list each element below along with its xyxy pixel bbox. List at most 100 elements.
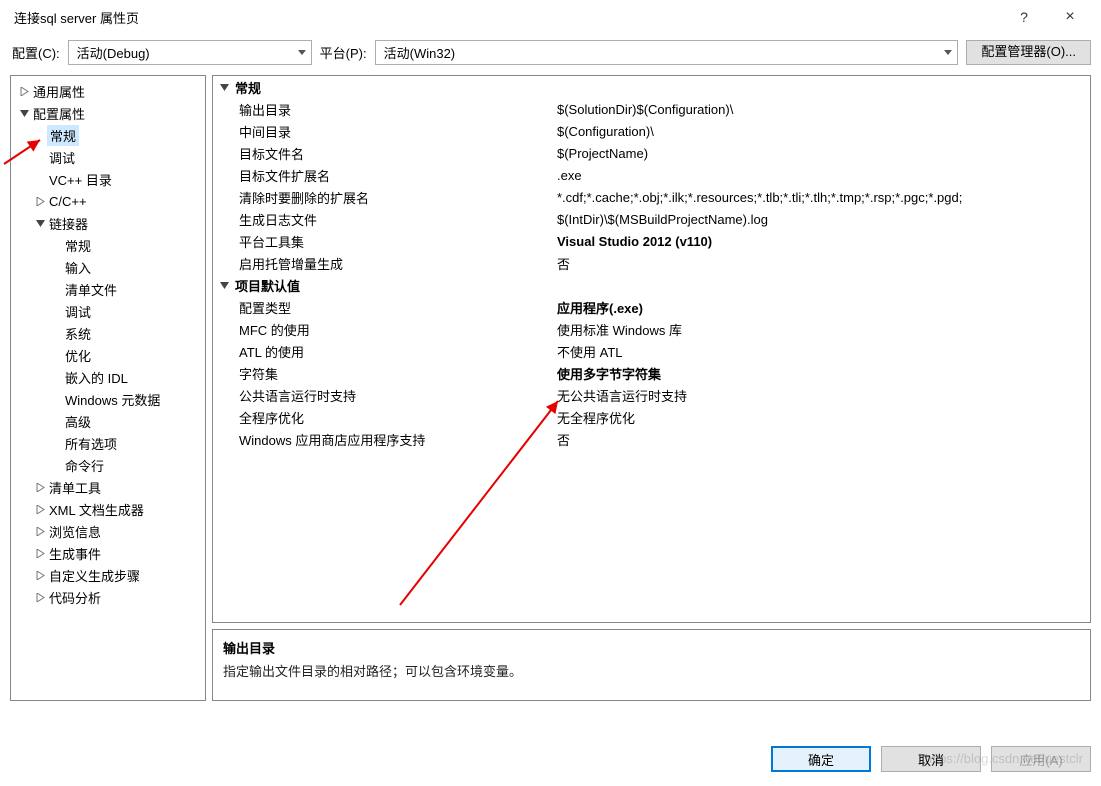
prop-row-store-app[interactable]: Windows 应用商店应用程序支持否 <box>213 428 1090 450</box>
prop-value[interactable]: 使用多字节字符集 <box>553 364 1090 383</box>
prop-value[interactable]: 无全程序优化 <box>553 408 1090 427</box>
tree-label: 自定义生成步骤 <box>47 566 140 585</box>
tree-item-general-sub[interactable]: 常规 <box>11 124 205 146</box>
tree-item-vcdirs[interactable]: VC++ 目录 <box>11 168 205 190</box>
expand-icon[interactable] <box>33 571 47 580</box>
prop-row-whole-opt[interactable]: 全程序优化无全程序优化 <box>213 406 1090 428</box>
prop-name: 公共语言运行时支持 <box>213 386 553 405</box>
prop-row-atl[interactable]: ATL 的使用不使用 ATL <box>213 340 1090 362</box>
tree-item-linker[interactable]: 链接器 <box>11 212 205 234</box>
prop-name: 目标文件扩展名 <box>213 166 553 185</box>
expand-icon[interactable] <box>17 87 31 96</box>
tree-item-linker-all[interactable]: 所有选项 <box>11 432 205 454</box>
group-project-defaults[interactable]: 项目默认值 <box>213 274 1090 296</box>
prop-value[interactable]: 无公共语言运行时支持 <box>553 386 1090 405</box>
category-tree[interactable]: 通用属性 配置属性 常规 调试 VC++ 目录 C/C++ 链接器 常规 输入 … <box>10 75 206 701</box>
prop-value[interactable]: .exe <box>553 168 1090 183</box>
prop-row-buildlog[interactable]: 生成日志文件$(IntDir)\$(MSBuildProjectName).lo… <box>213 208 1090 230</box>
platform-combobox[interactable]: 活动(Win32) <box>375 40 959 65</box>
group-label: 项目默认值 <box>235 276 300 295</box>
prop-row-target-ext[interactable]: 目标文件扩展名.exe <box>213 164 1090 186</box>
help-button[interactable]: ? <box>1001 2 1047 32</box>
tree-label: 系统 <box>63 324 91 343</box>
tree-label: C/C++ <box>47 194 87 209</box>
prop-value[interactable]: 使用标准 Windows 库 <box>553 320 1090 339</box>
tree-label: 优化 <box>63 346 91 365</box>
prop-value[interactable]: $(SolutionDir)$(Configuration)\ <box>553 102 1090 117</box>
tree-item-manifest-tool[interactable]: 清单工具 <box>11 476 205 498</box>
tree-item-linker-general[interactable]: 常规 <box>11 234 205 256</box>
title-bar: 连接sql server 属性页 ? × <box>0 0 1101 34</box>
prop-name: 生成日志文件 <box>213 210 553 229</box>
prop-value[interactable]: $(Configuration)\ <box>553 124 1090 139</box>
prop-row-clean-ext[interactable]: 清除时要删除的扩展名*.cdf;*.cache;*.obj;*.ilk;*.re… <box>213 186 1090 208</box>
platform-label: 平台(P): <box>320 43 367 62</box>
tree-item-linker-optimize[interactable]: 优化 <box>11 344 205 366</box>
tree-item-build-events[interactable]: 生成事件 <box>11 542 205 564</box>
window-controls: ? × <box>1001 2 1093 32</box>
prop-row-clr[interactable]: 公共语言运行时支持无公共语言运行时支持 <box>213 384 1090 406</box>
tree-item-browse-info[interactable]: 浏览信息 <box>11 520 205 542</box>
tree-item-config-properties[interactable]: 配置属性 <box>11 102 205 124</box>
tree-item-linker-idl[interactable]: 嵌入的 IDL <box>11 366 205 388</box>
cancel-button[interactable]: 取消 <box>881 746 981 772</box>
tree-item-ccpp[interactable]: C/C++ <box>11 190 205 212</box>
close-button[interactable]: × <box>1047 2 1093 32</box>
property-grid[interactable]: 常规 输出目录$(SolutionDir)$(Configuration)\ 中… <box>212 75 1091 623</box>
prop-name: 启用托管增量生成 <box>213 254 553 273</box>
collapse-icon[interactable] <box>213 281 235 290</box>
prop-row-charset[interactable]: 字符集使用多字节字符集 <box>213 362 1090 384</box>
prop-row-output-dir[interactable]: 输出目录$(SolutionDir)$(Configuration)\ <box>213 98 1090 120</box>
tree-label: 通用属性 <box>31 82 85 101</box>
tree-item-general[interactable]: 通用属性 <box>11 80 205 102</box>
ok-button[interactable]: 确定 <box>771 746 871 772</box>
prop-value[interactable]: $(IntDir)\$(MSBuildProjectName).log <box>553 212 1090 227</box>
tree-item-linker-advanced[interactable]: 高级 <box>11 410 205 432</box>
config-combobox[interactable]: 活动(Debug) <box>68 40 312 65</box>
tree-label: 生成事件 <box>47 544 101 563</box>
expand-icon[interactable] <box>33 483 47 492</box>
config-manager-button[interactable]: 配置管理器(O)... <box>966 40 1091 65</box>
expand-icon[interactable] <box>33 505 47 514</box>
prop-row-mfc[interactable]: MFC 的使用使用标准 Windows 库 <box>213 318 1090 340</box>
prop-value[interactable]: $(ProjectName) <box>553 146 1090 161</box>
prop-name: ATL 的使用 <box>213 342 553 361</box>
prop-row-toolset[interactable]: 平台工具集Visual Studio 2012 (v110) <box>213 230 1090 252</box>
main-area: 通用属性 配置属性 常规 调试 VC++ 目录 C/C++ 链接器 常规 输入 … <box>0 75 1101 701</box>
tree-item-linker-cmdline[interactable]: 命令行 <box>11 454 205 476</box>
prop-value[interactable]: 否 <box>553 430 1090 449</box>
tree-item-custom-build[interactable]: 自定义生成步骤 <box>11 564 205 586</box>
tree-item-linker-debug[interactable]: 调试 <box>11 300 205 322</box>
collapse-icon[interactable] <box>17 109 31 118</box>
prop-value[interactable]: 应用程序(.exe) <box>553 298 1090 317</box>
tree-item-linker-winmd[interactable]: Windows 元数据 <box>11 388 205 410</box>
prop-row-managed-incremental[interactable]: 启用托管增量生成否 <box>213 252 1090 274</box>
expand-icon[interactable] <box>33 197 47 206</box>
expand-icon[interactable] <box>33 527 47 536</box>
tree-label: 高级 <box>63 412 91 431</box>
tree-label: 代码分析 <box>47 588 101 607</box>
prop-value[interactable]: Visual Studio 2012 (v110) <box>553 234 1090 249</box>
prop-row-config-type[interactable]: 配置类型应用程序(.exe) <box>213 296 1090 318</box>
tree-label: 链接器 <box>47 214 88 233</box>
prop-value[interactable]: *.cdf;*.cache;*.obj;*.ilk;*.resources;*.… <box>553 190 1090 205</box>
prop-row-target-name[interactable]: 目标文件名$(ProjectName) <box>213 142 1090 164</box>
tree-item-debug[interactable]: 调试 <box>11 146 205 168</box>
tree-label: 常规 <box>63 236 91 255</box>
collapse-icon[interactable] <box>33 219 47 228</box>
expand-icon[interactable] <box>33 549 47 558</box>
prop-value[interactable]: 不使用 ATL <box>553 342 1090 361</box>
tree-item-code-analysis[interactable]: 代码分析 <box>11 586 205 608</box>
expand-icon[interactable] <box>33 593 47 602</box>
tree-item-linker-manifest[interactable]: 清单文件 <box>11 278 205 300</box>
prop-name: 全程序优化 <box>213 408 553 427</box>
tree-item-linker-system[interactable]: 系统 <box>11 322 205 344</box>
prop-row-int-dir[interactable]: 中间目录$(Configuration)\ <box>213 120 1090 142</box>
tree-label: XML 文档生成器 <box>47 500 144 519</box>
prop-value[interactable]: 否 <box>553 254 1090 273</box>
toolbar: 配置(C): 活动(Debug) 平台(P): 活动(Win32) 配置管理器(… <box>0 34 1101 75</box>
tree-item-xml-doc[interactable]: XML 文档生成器 <box>11 498 205 520</box>
group-general[interactable]: 常规 <box>213 76 1090 98</box>
collapse-icon[interactable] <box>213 83 235 92</box>
tree-item-linker-input[interactable]: 输入 <box>11 256 205 278</box>
